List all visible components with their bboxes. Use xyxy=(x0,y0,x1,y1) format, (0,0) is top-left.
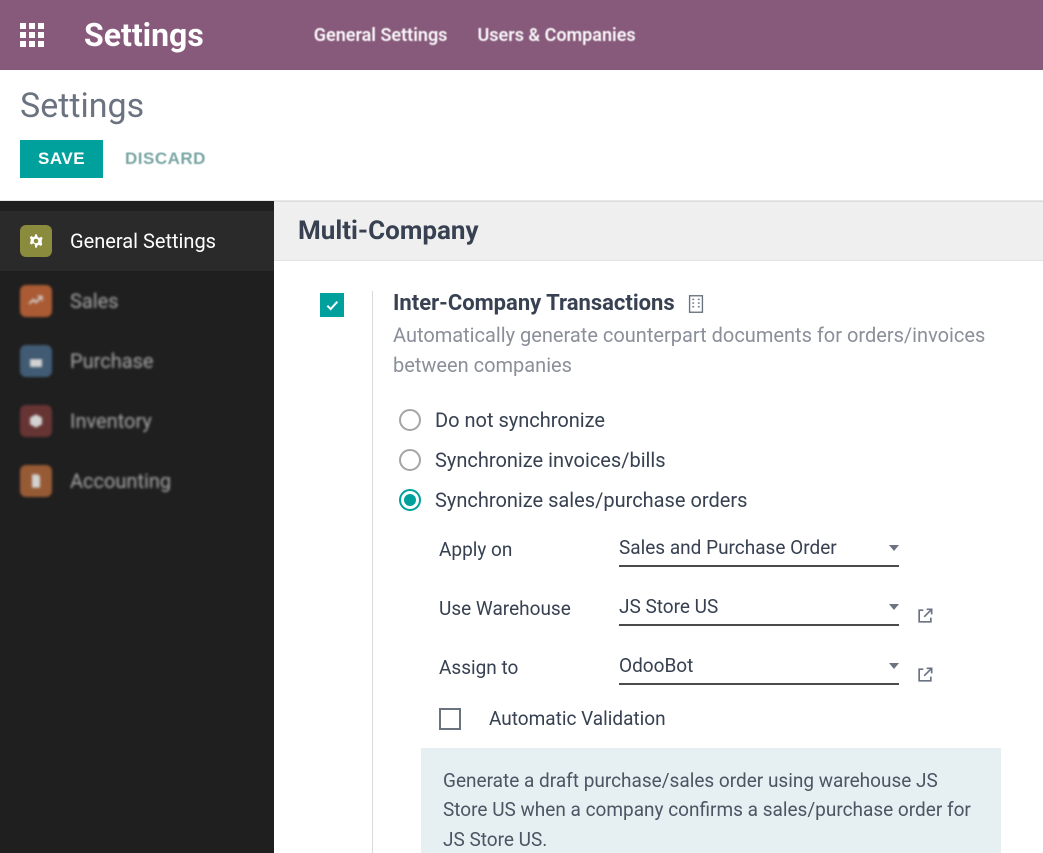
radio-label: Do not synchronize xyxy=(435,408,605,432)
main-content: Multi-Company Inter-Company Transactions… xyxy=(274,201,1043,853)
gear-icon xyxy=(20,225,52,257)
sidebar-item-label: Inventory xyxy=(70,409,152,433)
sidebar-item-general-settings[interactable]: General Settings xyxy=(0,211,274,271)
top-nav: Settings General Settings Users & Compan… xyxy=(0,0,1043,70)
radio-label: Synchronize sales/purchase orders xyxy=(435,488,747,512)
chart-icon xyxy=(20,285,52,317)
use-warehouse-label: Use Warehouse xyxy=(439,597,619,626)
apply-on-label: Apply on xyxy=(439,538,619,567)
sidebar-item-inventory[interactable]: Inventory xyxy=(0,391,274,451)
automatic-validation-checkbox[interactable] xyxy=(439,708,461,730)
calendar-icon xyxy=(20,345,52,377)
apply-on-value: Sales and Purchase Order xyxy=(619,536,837,559)
nav-title: Settings xyxy=(84,16,204,54)
sync-radio-group: Do not synchronize Synchronize invoices/… xyxy=(399,408,1017,512)
inter-company-checkbox[interactable] xyxy=(320,293,344,317)
radio-icon xyxy=(399,449,421,471)
apps-icon[interactable] xyxy=(20,23,44,47)
sidebar-item-accounting[interactable]: Accounting xyxy=(0,451,274,511)
assign-to-label: Assign to xyxy=(439,656,619,685)
file-icon xyxy=(20,465,52,497)
page-title: Settings xyxy=(20,86,1023,126)
sidebar-item-label: General Settings xyxy=(70,229,216,253)
radio-synchronize-invoices[interactable]: Synchronize invoices/bills xyxy=(399,448,1017,472)
external-link-icon[interactable] xyxy=(915,606,935,626)
section-title: Multi-Company xyxy=(274,202,1043,261)
radio-icon xyxy=(399,489,421,511)
box-icon xyxy=(20,405,52,437)
discard-button[interactable]: DISCARD xyxy=(125,149,206,169)
save-button[interactable]: SAVE xyxy=(20,140,103,178)
info-box: Generate a draft purchase/sales order us… xyxy=(421,748,1001,853)
radio-do-not-synchronize[interactable]: Do not synchronize xyxy=(399,408,1017,432)
assign-to-select[interactable]: OdooBot xyxy=(619,648,899,685)
chevron-down-icon xyxy=(889,545,899,551)
radio-label: Synchronize invoices/bills xyxy=(435,448,666,472)
external-link-icon[interactable] xyxy=(915,665,935,685)
setting-description: Automatically generate counterpart docum… xyxy=(393,320,993,380)
sidebar: General Settings Sales Purchase Inventor… xyxy=(0,201,274,853)
chevron-down-icon xyxy=(889,663,899,669)
sidebar-item-sales[interactable]: Sales xyxy=(0,271,274,331)
sidebar-item-purchase[interactable]: Purchase xyxy=(0,331,274,391)
assign-to-value: OdooBot xyxy=(619,654,693,677)
nav-link-users-companies[interactable]: Users & Companies xyxy=(477,25,635,46)
use-warehouse-select[interactable]: JS Store US xyxy=(619,589,899,626)
nav-link-general-settings[interactable]: General Settings xyxy=(314,25,448,46)
sidebar-item-label: Purchase xyxy=(70,349,154,373)
sidebar-item-label: Sales xyxy=(70,289,119,313)
chevron-down-icon xyxy=(889,604,899,610)
radio-icon xyxy=(399,409,421,431)
radio-synchronize-orders[interactable]: Synchronize sales/purchase orders xyxy=(399,488,1017,512)
use-warehouse-value: JS Store US xyxy=(619,595,718,618)
subheader: Settings SAVE DISCARD xyxy=(0,70,1043,201)
apply-on-select[interactable]: Sales and Purchase Order xyxy=(619,530,899,567)
sidebar-item-label: Accounting xyxy=(70,469,171,493)
setting-title: Inter-Company Transactions xyxy=(393,291,675,316)
automatic-validation-label: Automatic Validation xyxy=(489,707,666,730)
building-icon xyxy=(685,293,707,315)
